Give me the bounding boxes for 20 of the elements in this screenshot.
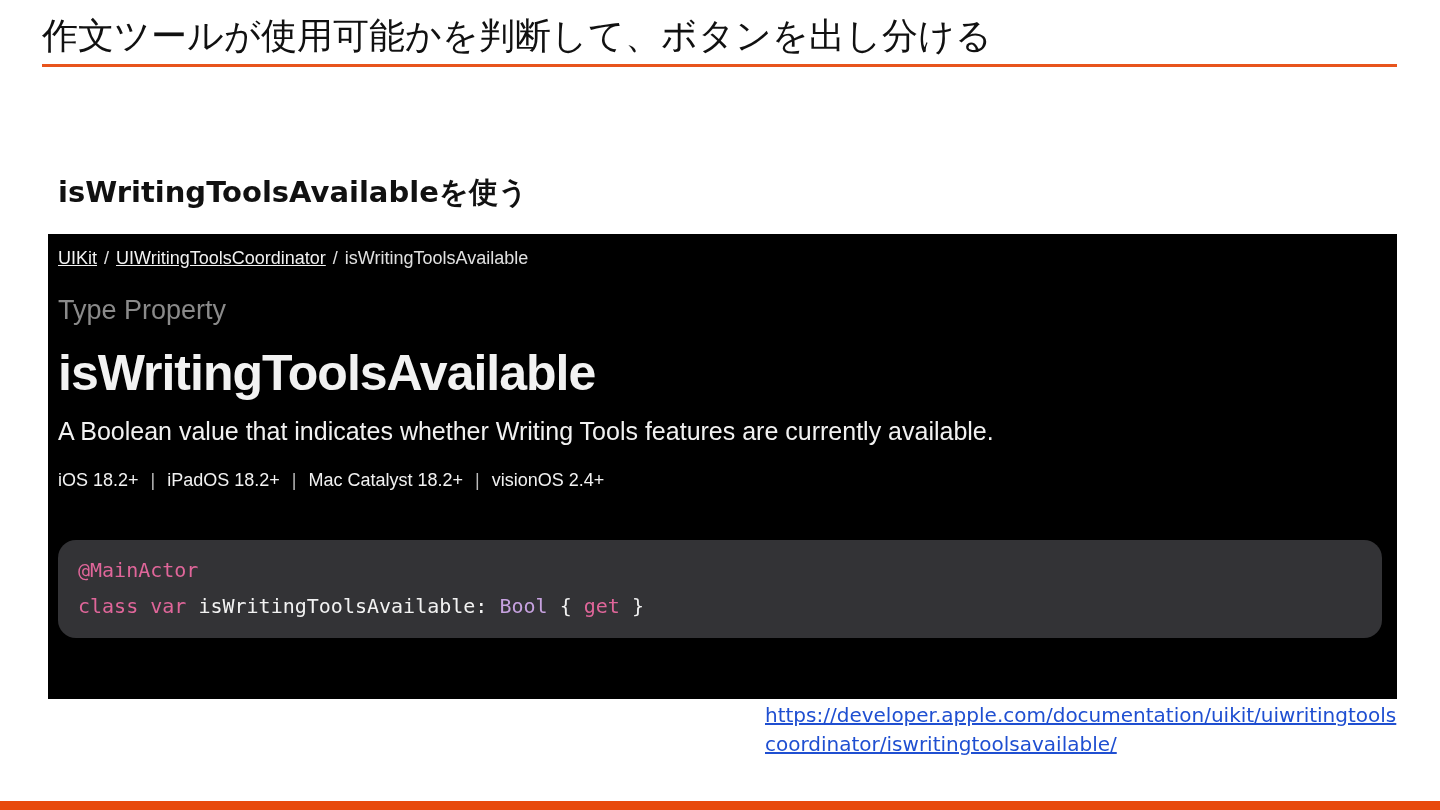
code-line: class var isWritingToolsAvailable: Bool { get } bbox=[78, 593, 645, 620]
source-link[interactable]: https://developer.apple.com/documentation/uikit/uiwritingtoolscoordinator/iswritingtoolsavailable/ bbox=[765, 701, 1400, 759]
symbol-kind: Type Property bbox=[58, 294, 228, 327]
code-line: @MainActor bbox=[78, 557, 200, 584]
platform-separator: | bbox=[475, 469, 480, 492]
platform-availability: visionOS 2.4+ bbox=[491, 469, 605, 492]
platform-availability: iOS 18.2+ bbox=[58, 469, 139, 492]
symbol-title: isWritingToolsAvailable bbox=[58, 344, 597, 403]
breadcrumb-link[interactable]: UIKit bbox=[58, 246, 97, 270]
platform-availability: iPadOS 18.2+ bbox=[167, 469, 280, 492]
breadcrumb-current: isWritingToolsAvailable bbox=[344, 247, 529, 270]
breadcrumb-link[interactable]: UIWritingToolsCoordinator bbox=[116, 246, 326, 270]
slide-subtitle: isWritingToolsAvailableを使う bbox=[58, 174, 529, 211]
slide-title: 作文ツールが使用可能かを判断して、ボタンを出し分ける bbox=[42, 14, 993, 58]
platform-separator: | bbox=[150, 469, 156, 492]
platform-availability: Mac Catalyst 18.2+ bbox=[308, 469, 464, 492]
breadcrumb-separator: / bbox=[332, 247, 338, 270]
breadcrumb-separator: / bbox=[104, 247, 110, 270]
platform-separator: | bbox=[291, 469, 297, 492]
symbol-abstract: A Boolean value that indicates whether Writing Tools features are currently available. bbox=[58, 416, 995, 447]
